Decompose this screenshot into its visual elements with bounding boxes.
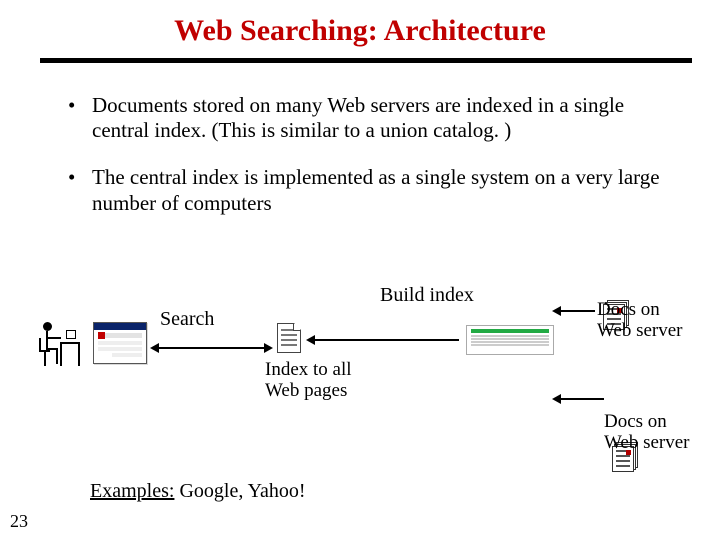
search-label: Search <box>160 308 214 330</box>
index-caption: Index to all Web pages <box>265 360 355 402</box>
build-index-label: Build index <box>380 284 474 306</box>
crawl-arrow-3 <box>560 398 604 400</box>
crawl-arrow-2 <box>560 310 595 312</box>
bullet-item: The central index is implemented as a si… <box>64 165 670 215</box>
slide-number: 23 <box>10 511 28 532</box>
docs-caption-2: Docs on Web server <box>604 412 704 454</box>
architecture-diagram: Build index Search Index to all Web page… <box>0 270 720 510</box>
examples-prefix: Examples: <box>90 480 174 502</box>
search-ui-icon <box>93 322 147 364</box>
bullet-list: Documents stored on many Web servers are… <box>0 63 720 216</box>
examples-line: Examples: Google, Yahoo! <box>90 480 306 503</box>
index-page-icon <box>277 323 301 353</box>
bullet-item: Documents stored on many Web servers are… <box>64 93 670 143</box>
slide-title: Web Searching: Architecture <box>0 0 720 58</box>
examples-list: Google, Yahoo! <box>174 480 305 502</box>
search-arrow <box>158 347 265 349</box>
web-page-preview-icon <box>466 325 554 355</box>
user-at-computer-icon <box>40 320 82 374</box>
docs-caption-1: Docs on Web server <box>597 300 697 342</box>
crawl-arrow-1 <box>314 339 459 341</box>
